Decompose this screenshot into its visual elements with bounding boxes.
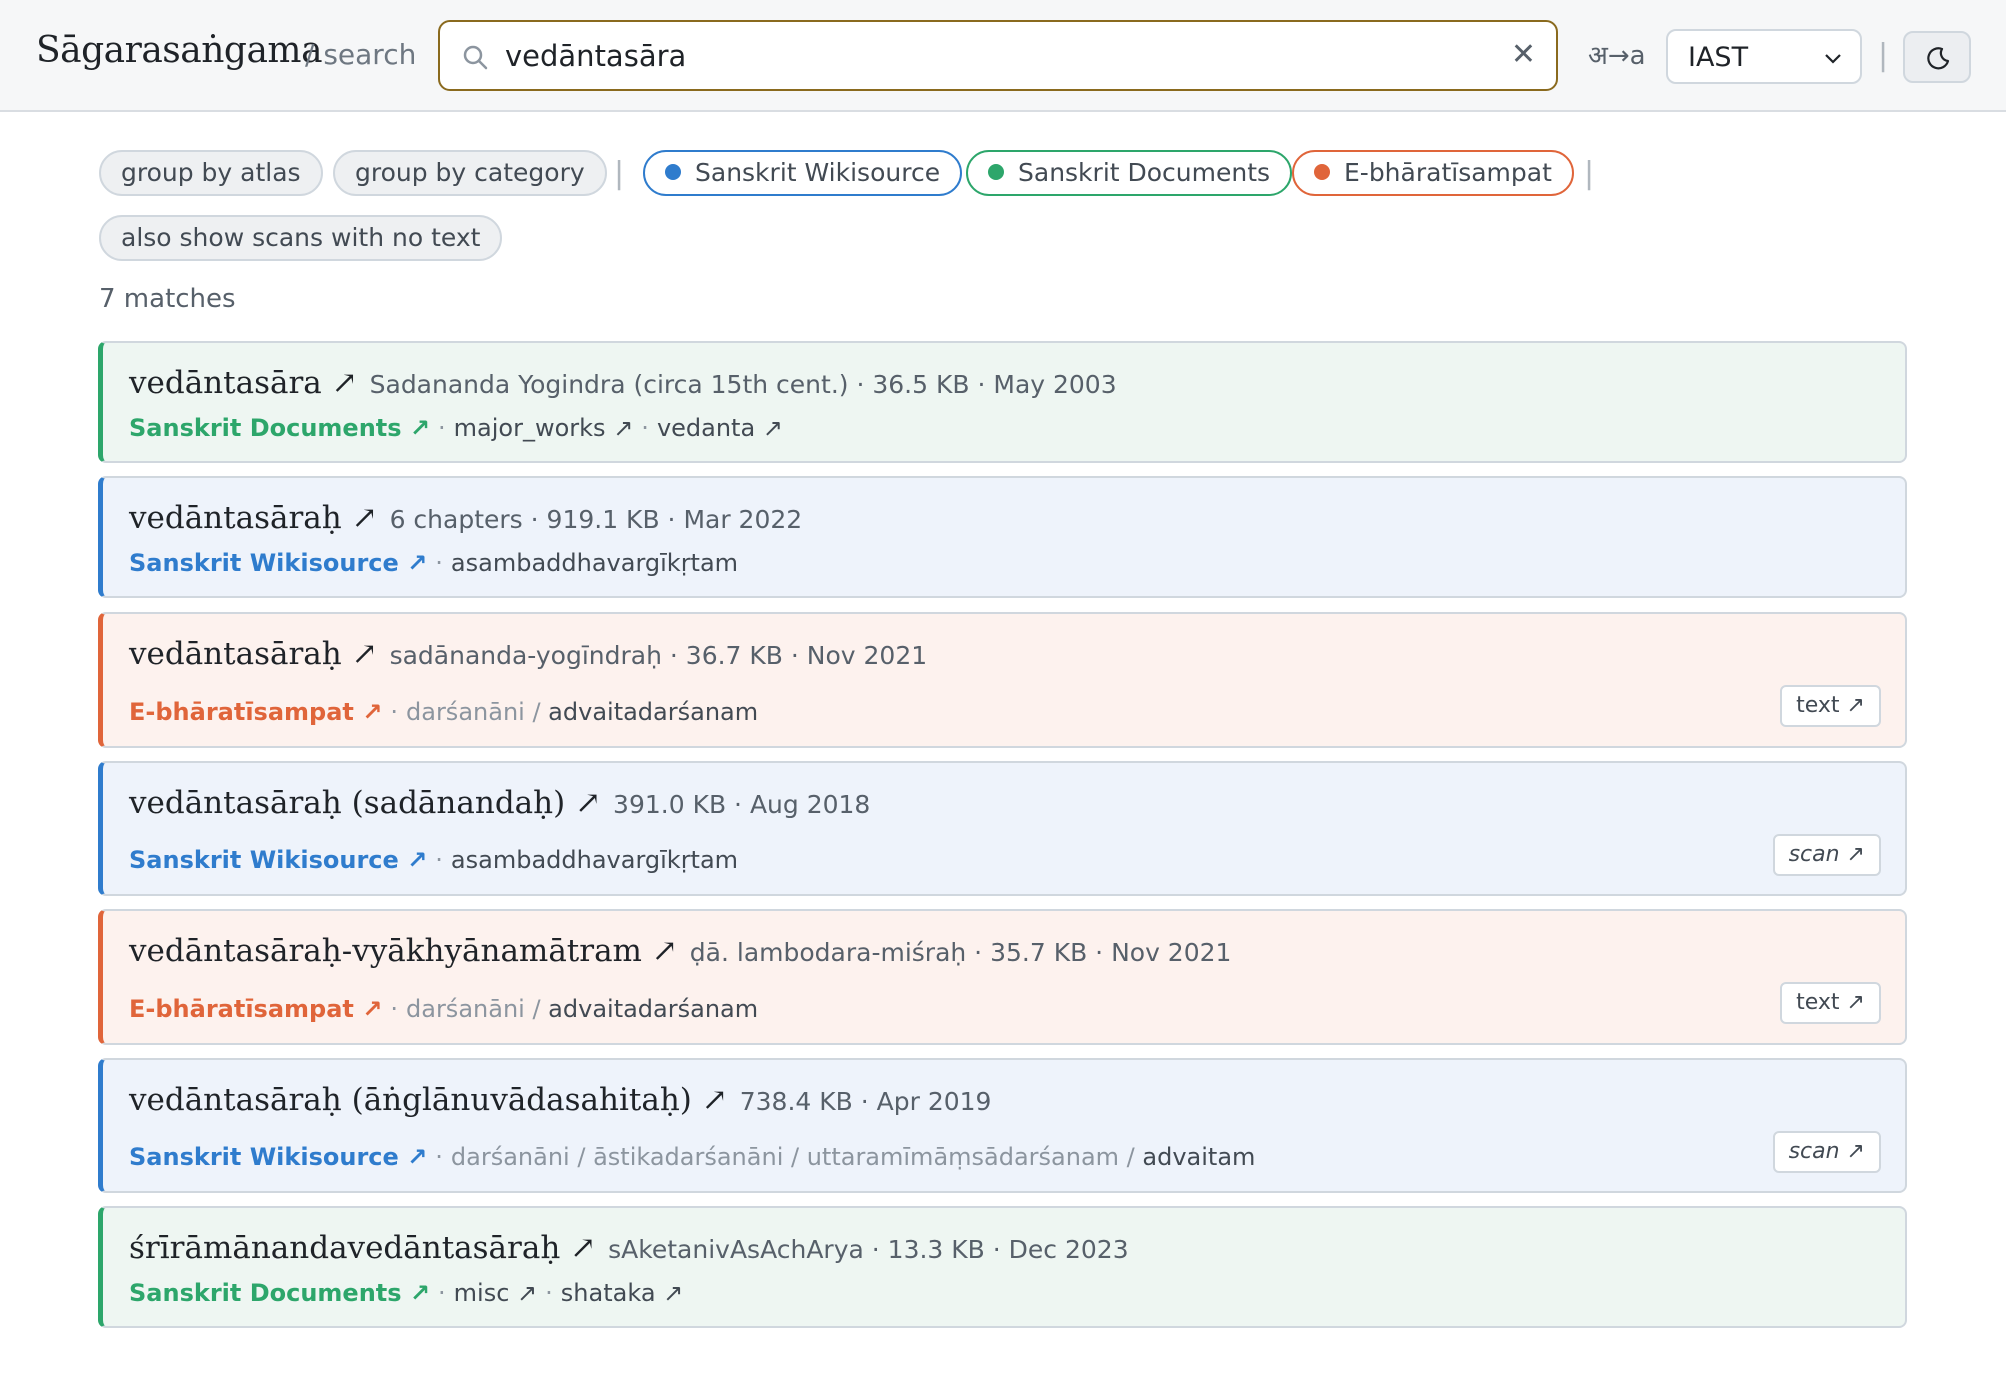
result-title-link[interactable]: vedāntasāraḥ ↗ [129,636,378,672]
filter-separator: | [1584,156,1595,191]
text-link-button[interactable]: text ↗ [1780,685,1881,727]
result-card: vedāntasāraḥ-vyākhyānamātram ↗ ḍā. lambod… [98,909,1907,1045]
breadcrumb-separator: · [390,698,398,726]
chevron-down-icon [1825,54,1841,64]
filter-separator: | [614,156,625,191]
result-breadcrumb-leaf: advaitadarśanam [548,995,759,1023]
script-select[interactable]: IAST [1666,29,1862,84]
scan-link-button[interactable]: scan ↗ [1772,834,1881,876]
result-card: śrīrāmānandavedāntasāraḥ ↗ sAketanivAsAch… [98,1206,1907,1328]
result-meta: 6 chapters · 919.1 KB · Mar 2022 [389,505,803,534]
result-category-link[interactable]: shataka ↗ [561,1279,683,1307]
show-scans-toggle[interactable]: also show scans with no text [99,215,503,261]
result-card: vedāntasāraḥ (āṅglānuvādasahitaḥ) ↗ 738.4… [98,1058,1907,1193]
result-meta: sAketanivAsAchArya · 13.3 KB · Dec 2023 [608,1235,1129,1264]
group-by-category-toggle[interactable]: group by category [333,150,607,196]
result-meta: Sadananda Yogindra (circa 15th cent.) · … [369,370,1117,399]
header-bar: Sāgarasaṅgama / search ✕ अ→a IAST | [0,0,2006,112]
result-source-link[interactable]: E-bhāratīsampat ↗ [129,698,382,726]
breadcrumb-separator: · [438,414,446,442]
result-meta: ḍā. lambodara-miśraḥ · 35.7 KB · Nov 202… [689,938,1232,967]
result-meta: 738.4 KB · Apr 2019 [739,1087,992,1116]
breadcrumb-separator: · [641,414,649,442]
result-source-link[interactable]: Sanskrit Wikisource ↗ [129,846,427,874]
result-title-link[interactable]: vedāntasāraḥ-vyākhyānamātram ↗ [129,933,678,969]
result-category: asambaddhavargīkṛtam [450,846,739,874]
result-source-link[interactable]: E-bhāratīsampat ↗ [129,995,382,1023]
source-dot-icon [988,164,1004,180]
result-card: vedāntasāraḥ ↗ sadānanda-yogīndraḥ · 36.7… [98,612,1907,748]
result-title-link[interactable]: vedāntasāraḥ (sadānandaḥ) ↗ [129,785,601,821]
site-logo[interactable]: Sāgarasaṅgama [36,30,323,71]
breadcrumb-separator: · [438,1279,446,1307]
scan-link-button[interactable]: scan ↗ [1772,1131,1881,1173]
result-card: vedāntasāra ↗ Sadananda Yogindra (circa 1… [98,341,1907,463]
result-title-link[interactable]: vedāntasāraḥ (āṅglānuvādasahitaḥ) ↗ [129,1082,728,1118]
result-meta: sadānanda-yogīndraḥ · 36.7 KB · Nov 2021 [389,641,928,670]
breadcrumb-separator: · [435,1143,443,1171]
text-link-button[interactable]: text ↗ [1780,982,1881,1024]
search-icon [463,45,488,70]
result-meta: 391.0 KB · Aug 2018 [613,790,871,819]
result-breadcrumb-leaf: advaitam [1142,1143,1256,1171]
source-filter-sanskrit-documents[interactable]: Sanskrit Documents [966,150,1293,196]
breadcrumb-separator: · [545,1279,553,1307]
result-breadcrumb-parent: darśanāni / [406,995,541,1023]
result-category-link[interactable]: major_works ↗ [454,414,634,442]
source-filter-e-bharatisampat[interactable]: E-bhāratīsampat [1292,150,1574,196]
result-title-link[interactable]: vedāntasāraḥ ↗ [129,500,378,536]
result-title-link[interactable]: vedāntasāra ↗ [129,365,358,401]
source-dot-icon [1314,164,1330,180]
moon-icon [1927,47,1950,70]
result-source-link[interactable]: Sanskrit Wikisource ↗ [129,549,427,577]
breadcrumb-separator: · [435,846,443,874]
source-filter-sanskrit-wikisource[interactable]: Sanskrit Wikisource [643,150,963,196]
transliteration-icon: अ→a [1588,41,1646,71]
result-card: vedāntasāraḥ ↗ 6 chapters · 919.1 KB · Ma… [98,476,1907,598]
search-box[interactable]: ✕ [438,20,1558,91]
search-input[interactable] [505,32,1485,80]
clear-icon[interactable]: ✕ [1511,40,1536,70]
result-category: asambaddhavargīkṛtam [450,549,739,577]
result-category-link[interactable]: misc ↗ [454,1279,537,1307]
page-subtitle: / search [305,38,417,71]
results-count: 7 matches [99,284,236,314]
result-source-link[interactable]: Sanskrit Wikisource ↗ [129,1143,427,1171]
result-breadcrumb-parent: darśanāni / āstikadarśanāni / uttaramīmā… [450,1143,1135,1171]
group-by-atlas-toggle[interactable]: group by atlas [99,150,323,196]
theme-toggle-button[interactable] [1903,31,1971,83]
breadcrumb-separator: · [435,549,443,577]
result-title-link[interactable]: śrīrāmānandavedāntasāraḥ ↗ [129,1230,596,1266]
result-source-link[interactable]: Sanskrit Documents ↗ [129,414,430,442]
source-dot-icon [665,164,681,180]
script-select-value: IAST [1688,42,1749,73]
breadcrumb-separator: · [390,995,398,1023]
result-category-link[interactable]: vedanta ↗ [657,414,783,442]
result-breadcrumb-parent: darśanāni / [406,698,541,726]
result-card: vedāntasāraḥ (sadānandaḥ) ↗ 391.0 KB · Au… [98,761,1907,896]
result-breadcrumb-leaf: advaitadarśanam [548,698,759,726]
header-separator: | [1878,38,1889,73]
result-source-link[interactable]: Sanskrit Documents ↗ [129,1279,430,1307]
